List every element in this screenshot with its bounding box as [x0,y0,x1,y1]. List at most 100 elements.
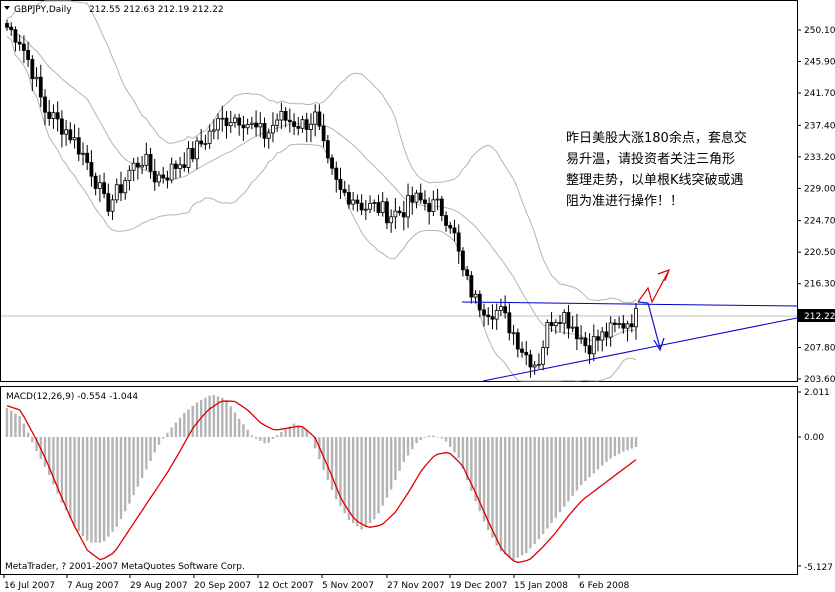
macd-bar [385,437,389,498]
candle-body [465,269,470,276]
time-tick-label: 5 Nov 2007 [322,581,374,591]
macd-bar [301,427,304,437]
macd-bar [233,412,237,437]
candle-body [249,122,254,125]
macd-bar [174,422,178,437]
candle-body [574,326,579,340]
candle-body [368,203,372,210]
candle-body [410,195,415,203]
macd-bar [449,437,452,447]
candle-body [473,293,478,298]
macd-bar [525,437,528,553]
candle-body [621,323,626,329]
macd-bar [77,437,80,532]
macd-bar [579,437,583,486]
candle-body [583,337,588,347]
candle-body [43,96,47,113]
price-tick-label: 207.80 [804,343,835,353]
macd-bar [115,437,118,527]
candle-body [59,118,64,135]
macd-bar [140,437,144,479]
candle-body [499,306,503,311]
bollinger-upper [6,0,637,304]
time-axis: 16 Jul 2007 7 Aug 2007 29 Aug 2007 20 Sep 2… [3,574,630,591]
macd-bar [626,437,629,451]
candle-body [152,170,157,183]
chart-svg: 250.10 245.90 241.70 237.40 233.20 229.00 224.… [0,0,835,591]
macd-bar [90,437,93,543]
symbol-dropdown-icon[interactable] [4,6,10,10]
candle-body [55,112,60,120]
macd-bar [419,437,422,441]
macd-bar [267,437,270,443]
candle-body [254,122,258,128]
macd-bar [204,397,207,437]
candle-body [85,152,90,163]
price-tick-label: 229.00 [804,184,835,194]
chart-symbol: GBPJPY,Daily [14,5,72,15]
candle-body [486,314,491,318]
macd-bar [43,437,47,467]
chart-ohlc: 212.55 212.63 212.19 212.22 [89,5,224,15]
macd-bar [237,418,241,437]
time-tick-label: 6 Feb 2008 [579,581,630,591]
macd-bar [588,437,591,478]
candle-body [338,178,343,190]
macd-bar [563,437,566,507]
candle-body [321,125,326,142]
candle-body [220,117,225,120]
macd-bar [584,437,587,482]
macd-bar [495,437,498,546]
candle-body [131,162,136,171]
candle-body [507,312,512,334]
candle-body [423,199,427,204]
candle-body [34,76,39,80]
candle-body [287,119,292,123]
macd-bar [630,437,633,449]
macd-bar [520,437,524,556]
macd-bar [132,437,135,496]
macd-bar [432,435,435,437]
candle-body [97,182,102,189]
macd-scale-bottom: -5.127 [804,563,833,573]
candle-body [334,167,339,180]
macd-scale-zero: 0.00 [804,433,824,443]
candle-body [325,140,330,159]
macd-bar [242,424,245,437]
candle-body [511,332,516,335]
candle-body [444,215,448,226]
macd-bar [537,437,541,540]
macd-bar [64,437,68,511]
macd-bar [187,409,190,437]
macd-scale-top: 2.011 [804,388,830,398]
macd-bar [512,437,515,560]
candle-body [224,117,229,127]
candle-body [435,198,440,201]
macd-bar [297,425,300,437]
candle-body [545,322,550,348]
price-tick-label: 220.50 [804,248,835,258]
macd-bar [457,437,460,459]
candle-body [494,309,499,320]
macd-bar [183,412,186,437]
macd-bar [364,437,368,528]
macd-bar [436,436,439,438]
candle-body [173,163,178,169]
time-tick-label: 7 Aug 2007 [67,581,119,591]
macd-bar [554,437,557,518]
macd-bar [503,437,507,555]
candle-body [144,154,149,166]
macd-bar [250,435,254,437]
candle-body [279,110,284,121]
candle-body [604,331,609,338]
candle-body [304,119,309,130]
macd-bar [166,432,169,437]
candle-body [363,208,368,211]
macd-bar [98,437,102,543]
price-tick-label: 241.70 [804,89,835,99]
macd-bar [423,437,427,438]
candle-body [439,198,444,216]
time-tick-label: 16 Jul 2007 [4,581,55,591]
candle-body [258,123,263,128]
candle-body [81,152,85,155]
